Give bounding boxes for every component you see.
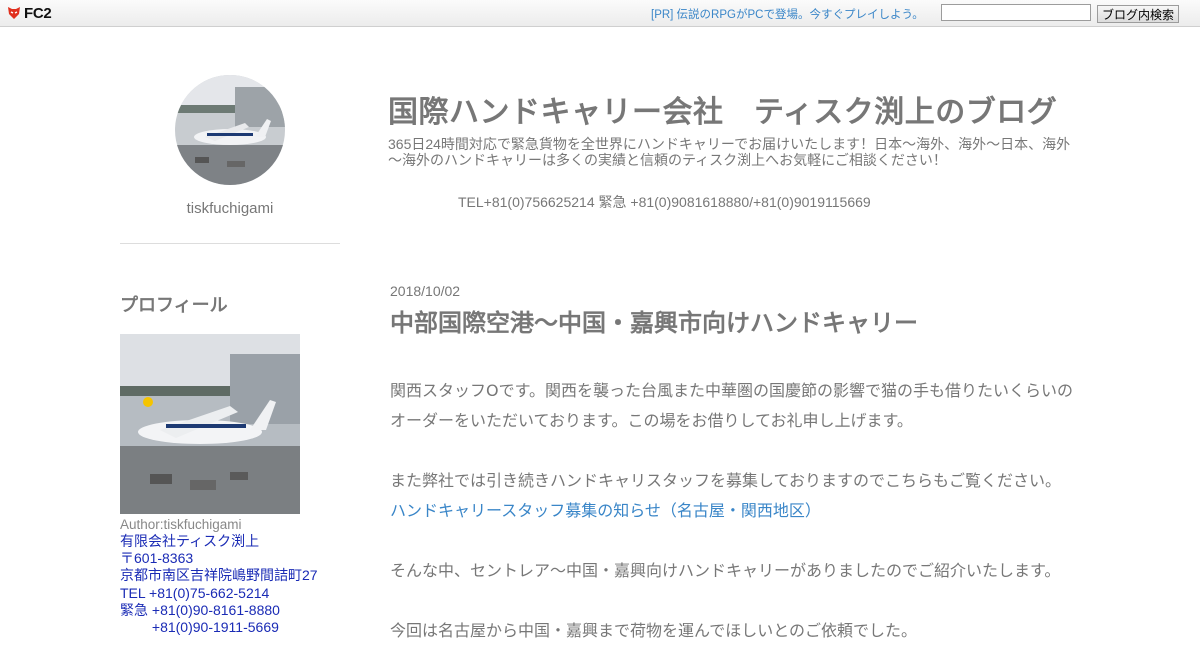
profile-author: Author:tiskfuchigami — [120, 517, 242, 532]
post-date: 2018/10/02 — [390, 283, 461, 299]
post-paragraph: 今回は名古屋から中国・嘉興まで荷物を運んでほしいとのご依頼でした。 — [390, 621, 918, 640]
avatar[interactable] — [175, 75, 285, 185]
profile-contact: 有限会社ティスク渕上 〒601-8363 京都市南区吉祥院嶋野間詰町27 TEL… — [120, 533, 318, 636]
post-paragraph: 関西スタッフOです。関西を襲った台風また中華圏の国慶節の影響で猫の手も借りたいく… — [390, 381, 1073, 400]
post-body: 関西スタッフOです。関西を襲った台風また中華圏の国慶節の影響で猫の手も借りたいく… — [390, 376, 1090, 646]
post-paragraph: また弊社では引き続きハンドキャリスタッフを募集しておりますのでこちらもご覧くださ… — [390, 471, 1062, 490]
fc2-logo[interactable]: FC2 — [6, 4, 52, 22]
blog-title[interactable]: 国際ハンドキャリー会社 ティスク渕上のブログ — [388, 87, 1057, 131]
airport-photo-icon — [175, 75, 285, 185]
profile-line: TEL +81(0)75-662-5214 — [120, 584, 270, 601]
sidebar-username[interactable]: tiskfuchigami — [120, 200, 340, 217]
staff-recruit-link[interactable]: ハンドキャリースタッフ募集の知らせ（名古屋・関西地区） — [390, 501, 821, 520]
fc2-fox-icon — [8, 7, 20, 19]
airport-lufthansa-photo-icon — [120, 334, 300, 514]
profile-line: +81(0)90-1911-5669 — [120, 619, 279, 636]
blog-search-input[interactable] — [941, 4, 1091, 21]
post-title[interactable]: 中部国際空港～中国・嘉興市向けハンドキャリー — [390, 303, 918, 338]
sidebar-divider — [120, 243, 340, 244]
post-paragraph: オーダーをいただいております。この場をお借りしてお礼申し上げます。 — [390, 411, 913, 430]
fc2-logo-text: FC2 — [24, 4, 52, 22]
profile-heading: プロフィール — [120, 295, 228, 316]
pr-ad-link[interactable]: [PR] 伝説のRPGがPCで登場。今すぐプレイしよう。 — [651, 6, 924, 22]
blog-description: 365日24時間対応で緊急貨物を全世界にハンドキャリーでお届けいたします！日本～… — [388, 136, 1071, 168]
post-paragraph: そんな中、セントレア～中国・嘉興向けハンドキャリーがありましたのでご紹介いたしま… — [390, 561, 1061, 580]
profile-line: 有限会社ティスク渕上 — [120, 533, 260, 549]
profile-line: 〒601-8363 — [120, 550, 194, 567]
fc2-topbar: FC2 [PR] 伝説のRPGがPCで登場。今すぐプレイしよう。 ブログ内検索 — [0, 0, 1200, 27]
blog-tel: TEL+81(0)756625214 緊急 +81(0)9081618880/+… — [458, 194, 871, 210]
profile-line: 京都市南区吉祥院嶋野間詰町27 — [120, 567, 318, 584]
profile-line: 緊急 +81(0)90-8161-8880 — [120, 601, 280, 618]
blog-search-button[interactable]: ブログ内検索 — [1097, 5, 1179, 23]
profile-photo — [120, 334, 300, 514]
